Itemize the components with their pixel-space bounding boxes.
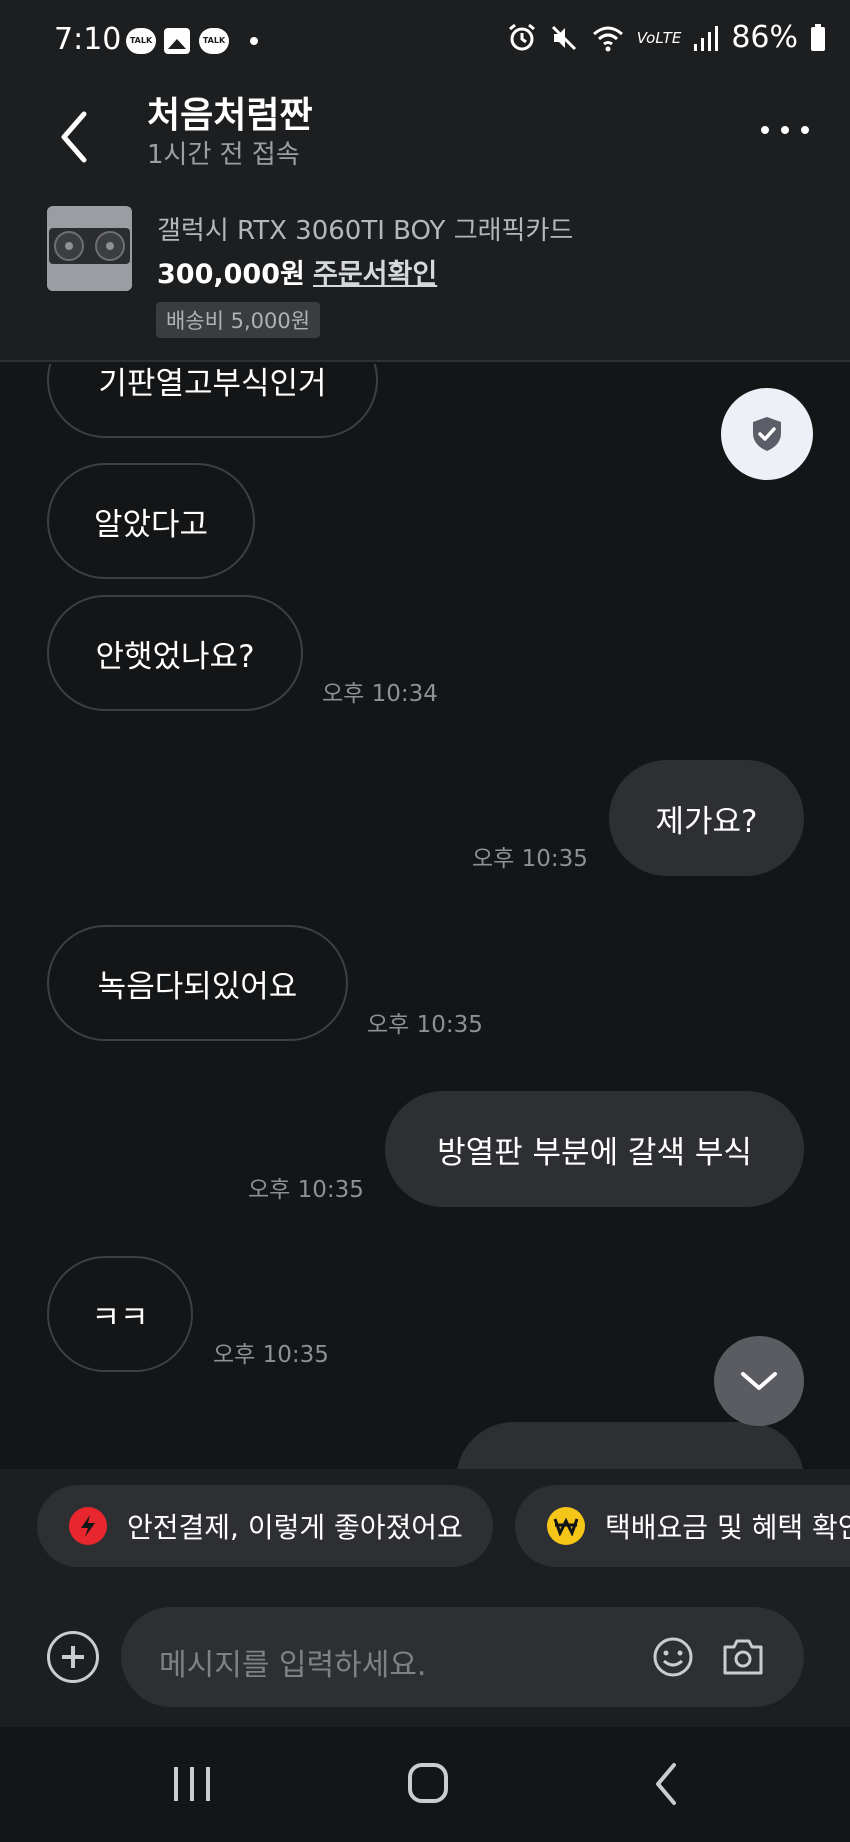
- message-bubble-incoming[interactable]: 알았다고: [47, 463, 255, 579]
- message-bubble-outgoing[interactable]: 방열판 부분에 갈색 부식: [385, 1091, 804, 1207]
- product-price: 300,000원: [157, 259, 305, 290]
- status-bar: 7:10 TALK TALK VoLTE 86%: [0, 0, 850, 84]
- message-timestamp: 오후 10:35: [213, 1342, 329, 1368]
- safe-payment-chip[interactable]: 안전결제, 이렇게 좋아졌어요: [37, 1485, 493, 1567]
- message-bubble-outgoing[interactable]: 제가요?: [609, 760, 804, 876]
- wifi-icon: [592, 26, 623, 51]
- message-bubble-incoming[interactable]: 안햇었나요?: [47, 595, 303, 711]
- message-timestamp: 오후 10:35: [472, 846, 588, 872]
- attach-plus-button[interactable]: [47, 1631, 99, 1683]
- shield-check-icon: [753, 417, 781, 451]
- message-text: 녹음다되있어요: [97, 968, 298, 1005]
- message-timestamp: 오후 10:34: [322, 681, 438, 707]
- back-button[interactable]: [50, 100, 100, 170]
- recent-apps-icon[interactable]: [162, 1759, 222, 1809]
- camera-icon[interactable]: [721, 1635, 765, 1679]
- chip-label: 안전결제, 이렇게 좋아졌어요: [127, 1511, 463, 1544]
- kakaotalk-notification-icon-2: TALK: [199, 28, 229, 54]
- product-card[interactable]: 갤럭시 RTX 3060TI BOY 그래픽카드 300,000원 주문서확인 …: [0, 194, 850, 362]
- battery-percent: 86%: [731, 20, 798, 55]
- home-icon[interactable]: [398, 1759, 458, 1809]
- message-input-placeholder: 메시지를 입력하세요.: [159, 1648, 427, 1683]
- image-notification-icon: [164, 28, 190, 54]
- message-bubble-incoming[interactable]: 녹음다되있어요: [47, 925, 348, 1041]
- more-notifications-dot: [250, 37, 258, 45]
- chat-header: 처음처럼짠 1시간 전 접속: [0, 84, 850, 194]
- safety-shield-button[interactable]: [721, 388, 813, 480]
- message-input[interactable]: 메시지를 입력하세요.: [121, 1607, 804, 1707]
- delivery-fee-chip[interactable]: 택배요금 및 혜택 확인: [515, 1485, 850, 1567]
- message-text: 안햇었나요?: [95, 638, 255, 675]
- message-text: ㅋㅋ: [91, 1299, 149, 1336]
- product-thumbnail: [47, 206, 132, 291]
- battery-icon: [811, 23, 825, 51]
- message-bubble-incoming[interactable]: 기판열고부식인거: [47, 364, 378, 438]
- message-bubble-incoming[interactable]: ㅋㅋ: [47, 1256, 193, 1372]
- message-timestamp: 오후 10:35: [367, 1012, 483, 1038]
- message-text: 기판열고부식인거: [98, 365, 327, 402]
- message-timestamp: 오후 10:35: [248, 1177, 364, 1203]
- message-text: 제가요?: [655, 803, 758, 840]
- message-text: 방열판 부분에 갈색 부식: [437, 1134, 752, 1171]
- chip-label: 택배요금 및 혜택 확인: [605, 1511, 850, 1544]
- product-title: 갤럭시 RTX 3060TI BOY 그래픽카드: [157, 216, 574, 246]
- alarm-icon: [508, 23, 535, 50]
- won-icon: [547, 1507, 585, 1545]
- shipping-fee-badge: 배송비 5,000원: [156, 302, 321, 338]
- chat-message-list[interactable]: 기판열고부식인거 알았다고 안햇었나요? 오후 10:34 제가요? 오후 10…: [0, 364, 850, 1469]
- status-time: 7:10: [54, 22, 122, 57]
- mute-icon: [551, 25, 576, 50]
- message-text: 알았다고: [93, 506, 209, 543]
- order-confirm-link[interactable]: 주문서확인: [313, 252, 437, 291]
- system-back-icon[interactable]: [638, 1759, 698, 1809]
- status-icons: VoLTE 86%: [507, 20, 826, 55]
- message-bubble-outgoing-partial[interactable]: [456, 1422, 804, 1469]
- back-arrow-icon: [61, 111, 87, 163]
- kakaotalk-notification-icon: TALK: [126, 28, 156, 54]
- lightning-icon: [69, 1507, 107, 1545]
- volte-indicator: VoLTE: [636, 28, 682, 47]
- graphics-card-image: [47, 206, 132, 291]
- signal-icon: [694, 25, 719, 51]
- emoji-icon[interactable]: [651, 1635, 695, 1679]
- more-options-button[interactable]: [760, 110, 810, 150]
- suggestion-chips: 안전결제, 이렇게 좋아졌어요 택배요금 및 혜택 확인: [0, 1469, 850, 1587]
- chevron-down-icon: [741, 1372, 777, 1390]
- system-navigation-bar: [0, 1727, 850, 1842]
- scroll-to-bottom-button[interactable]: [714, 1336, 804, 1426]
- chat-partner-name: 처음처럼짠: [147, 95, 313, 136]
- last-seen-status: 1시간 전 접속: [147, 140, 300, 170]
- message-composer: 메시지를 입력하세요.: [0, 1587, 850, 1727]
